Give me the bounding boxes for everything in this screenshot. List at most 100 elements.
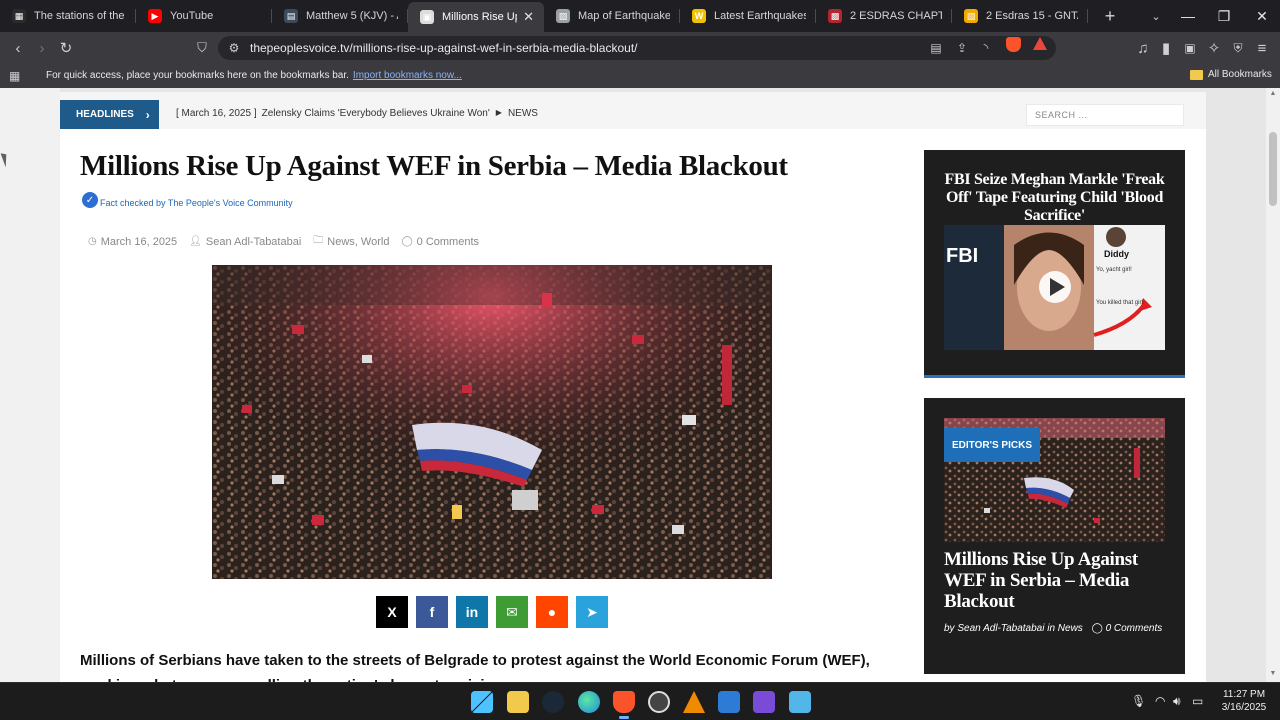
promo-name-text: Diddy (1104, 249, 1130, 259)
wifi-icon[interactable]: ◠ (1155, 694, 1165, 708)
share-icon[interactable]: ⇪ (954, 40, 970, 56)
browser-tab[interactable]: ▦ The stations of the sun (0, 0, 136, 32)
restore-button[interactable]: ❐ (1206, 0, 1242, 32)
promo-quote-two: You killed that girl. (1096, 300, 1145, 306)
browser-tab[interactable]: ▧ 2 Esdras 15 - GNTA - B (952, 0, 1088, 32)
tab-favicon-icon: W (692, 9, 706, 23)
browser-tab[interactable]: ▨ Map of Earthquakes To (544, 0, 680, 32)
browser-tab[interactable]: ▩ 2 ESDRAS CHAPTER 9 (816, 0, 952, 32)
site-info-icon[interactable]: ⚙ (226, 40, 242, 56)
reader-mode-icon[interactable]: ▤ (928, 40, 944, 56)
reload-icon[interactable]: ↻ (54, 36, 78, 60)
tab-separator (1087, 9, 1088, 23)
ticker-category[interactable]: NEWS (508, 108, 538, 119)
tab-favicon-icon: ▧ (964, 9, 978, 23)
headlines-label[interactable]: HEADLINES › (60, 100, 159, 129)
article-comments[interactable]: 0 Comments (417, 236, 479, 248)
article-categories[interactable]: News, World (327, 236, 389, 248)
leo-ai-icon[interactable]: ✧ (1202, 36, 1226, 60)
wallet-icon[interactable]: ▣ (1178, 36, 1202, 60)
tabs-container: ▦ The stations of the sun ▶ YouTube ▤ Matthew… (0, 0, 1088, 32)
import-bookmarks-link[interactable]: Import bookmarks now... (353, 70, 462, 81)
rss-icon[interactable]: ◝ (978, 40, 994, 56)
all-bookmarks-label: All Bookmarks (1208, 69, 1272, 80)
editors-pick-byline[interactable]: by Sean Adl-Tabatabai in News (944, 623, 1083, 634)
ticker-date: [ March 16, 2025 ] (176, 108, 257, 119)
site-container: HEADLINES › [ March 16, 2025 ] Zelensky C… (60, 92, 1206, 682)
promo-widget[interactable]: FBI Seize Meghan Markle 'Freak Off' Tape… (924, 150, 1185, 378)
scroll-down-arrow-icon[interactable]: ▼ (1268, 670, 1278, 677)
brave-browser-icon[interactable] (613, 691, 635, 719)
microsoft-store-icon[interactable] (718, 691, 740, 713)
site-search-input[interactable]: SEARCH ... (1026, 104, 1184, 126)
fact-check-text[interactable]: Fact checked by The People's Voice Commu… (100, 198, 293, 208)
tab-search-chevron-icon[interactable]: ⌄ (1146, 6, 1166, 26)
scroll-up-arrow-icon[interactable]: ▲ (1268, 90, 1278, 97)
x-share-icon[interactable]: X (376, 596, 408, 628)
ticker-title[interactable]: Zelensky Claims 'Everybody Believes Ukra… (262, 108, 490, 119)
media-icon[interactable]: ♫ (1131, 36, 1155, 60)
new-tab-button[interactable]: + (1096, 2, 1124, 30)
vlc-icon[interactable] (683, 691, 705, 713)
tab-title: 2 Esdras 15 - GNTA - B (986, 10, 1078, 22)
forward-icon[interactable]: › (30, 36, 54, 60)
news-ticker[interactable]: [ March 16, 2025 ] Zelensky Claims 'Ever… (176, 108, 538, 119)
triangle-right-icon: ▶ (495, 108, 502, 117)
battery-icon[interactable]: ▭ (1192, 694, 1203, 708)
facebook-share-icon[interactable]: f (416, 596, 448, 628)
page-margin (0, 88, 60, 682)
clock-date: 3/16/2025 (1221, 702, 1267, 713)
editors-pick-thumbnail[interactable]: EDITOR'S PICKS (944, 418, 1165, 542)
minimize-button[interactable]: — (1170, 0, 1206, 32)
promo-title[interactable]: FBI Seize Meghan Markle 'Freak Off' Tape… (934, 171, 1175, 225)
vpn-icon[interactable]: ⛨ (1226, 36, 1250, 60)
url-text[interactable]: thepeoplesvoice.tv/millions-rise-up-agai… (250, 41, 638, 55)
fact-check-badge[interactable]: ✓ Fact checked by The People's Voice Com… (82, 192, 293, 208)
all-bookmarks-button[interactable]: All Bookmarks (1190, 69, 1272, 80)
system-clock[interactable]: 11:27 PM 3/16/2025 (1214, 688, 1274, 714)
microphone-icon[interactable]: 🎙︎ (1131, 694, 1146, 708)
browser-tab[interactable]: W Latest Earthquakes - R (680, 0, 816, 32)
editors-pick-title[interactable]: Millions Rise Up Against WEF in Serbia –… (944, 549, 1165, 612)
notepad-icon[interactable] (789, 691, 811, 713)
reddit-share-icon[interactable]: ● (536, 596, 568, 628)
email-share-icon[interactable]: ✉ (496, 596, 528, 628)
scroll-thumb[interactable] (1269, 132, 1277, 206)
editors-picks-widget: EDITOR'S PICKS Millions Rise Up Against … (924, 398, 1185, 674)
browser-toolbar: ‹ › ↻ ⛉ ⚙ thepeoplesvoice.tv/millions-ri… (0, 32, 1280, 64)
file-explorer-icon[interactable] (507, 691, 529, 713)
editors-picks-badge[interactable]: EDITOR'S PICKS (944, 428, 1040, 462)
obs-icon[interactable] (648, 691, 670, 713)
close-window-button[interactable]: ✕ (1244, 0, 1280, 32)
browser-tab[interactable]: ▤ Matthew 5 (KJV) - And (272, 0, 408, 32)
tab-close-icon[interactable]: ✕ (523, 9, 534, 25)
browser-tab[interactable]: ▶ YouTube (136, 0, 272, 32)
article-date: March 16, 2025 (100, 235, 178, 248)
menu-icon[interactable]: ≡ (1250, 36, 1274, 60)
sidebar-toggle-icon[interactable]: ▮ (1154, 36, 1178, 60)
editors-pick-comments[interactable]: 0 Comments (1106, 623, 1163, 634)
page-scrollbar[interactable]: ▲ ▼ (1266, 88, 1280, 682)
browser-tab[interactable]: ▣ Millions Rise Up A ✕ (408, 2, 544, 32)
video-editor-icon[interactable] (753, 691, 775, 713)
volume-icon[interactable]: 🔊︎ (1173, 694, 1181, 709)
tab-title: 2 ESDRAS CHAPTER 9 (850, 10, 942, 22)
telegram-share-icon[interactable]: ➤ (576, 596, 608, 628)
tab-title: YouTube (170, 10, 214, 22)
verified-check-icon: ✓ (82, 192, 98, 208)
promo-video-thumbnail[interactable]: FBI Diddy Yo, yacht girl! You killed tha… (944, 225, 1165, 350)
brave-shields-icon[interactable] (1006, 37, 1021, 52)
edge-icon[interactable] (578, 691, 600, 713)
brave-rewards-icon[interactable] (1033, 37, 1047, 50)
bookmark-icon[interactable]: ⛉ (190, 36, 214, 60)
start-windows-icon[interactable] (471, 691, 493, 713)
article-author[interactable]: Sean Adl-Tabatabai (206, 236, 301, 248)
back-icon[interactable]: ‹ (6, 36, 30, 60)
address-bar[interactable]: ⚙ thepeoplesvoice.tv/millions-rise-up-ag… (218, 36, 1056, 60)
share-buttons: Xf in ✉ ● ➤ (376, 596, 616, 628)
apps-grid-icon[interactable]: ▦ (9, 69, 23, 83)
article-meta: ◷ March 16, 2025 👤︎ Sean Adl-Tabatabai 🗀︎ N… (88, 233, 491, 250)
linkedin-share-icon[interactable]: in (456, 596, 488, 628)
tab-title: The stations of the sun (34, 10, 126, 22)
steam-icon[interactable] (542, 691, 564, 713)
